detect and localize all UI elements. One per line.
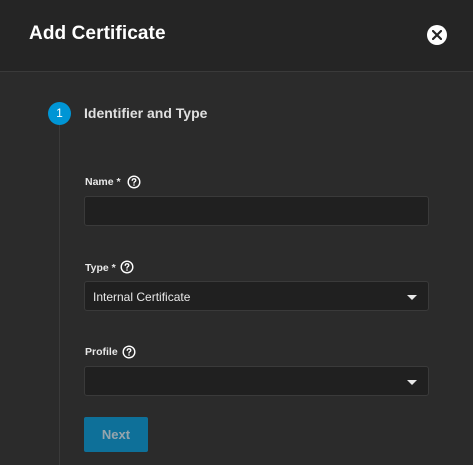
dialog-title: Add Certificate xyxy=(29,23,166,44)
profile-select[interactable] xyxy=(84,366,429,396)
profile-label-text: Profile xyxy=(85,346,118,358)
name-required-marker: * xyxy=(116,176,121,188)
next-button[interactable]: Next xyxy=(84,417,148,452)
type-select[interactable]: Internal Certificate xyxy=(84,281,429,311)
type-field-label: Type * xyxy=(85,262,116,274)
close-button[interactable] xyxy=(427,25,447,45)
profile-field-label: Profile xyxy=(85,346,118,358)
help-icon[interactable] xyxy=(127,175,141,189)
help-icon[interactable] xyxy=(120,260,134,274)
close-icon xyxy=(432,30,442,40)
stepper-line xyxy=(59,125,60,465)
help-icon[interactable] xyxy=(122,345,136,359)
chevron-down-icon xyxy=(407,295,417,300)
type-select-value: Internal Certificate xyxy=(93,290,191,304)
name-label-text: Name xyxy=(85,176,114,188)
name-input[interactable] xyxy=(84,196,429,226)
dialog-header: Add Certificate xyxy=(0,0,473,72)
type-label-text: Type xyxy=(85,262,109,274)
step-number-badge: 1 xyxy=(48,102,71,125)
name-field-label: Name * xyxy=(85,176,121,188)
chevron-down-icon xyxy=(407,380,417,385)
add-certificate-dialog: Add Certificate 1 Identifier and Type Na… xyxy=(0,0,473,465)
type-required-marker: * xyxy=(111,262,116,274)
step-label: Identifier and Type xyxy=(84,105,208,121)
